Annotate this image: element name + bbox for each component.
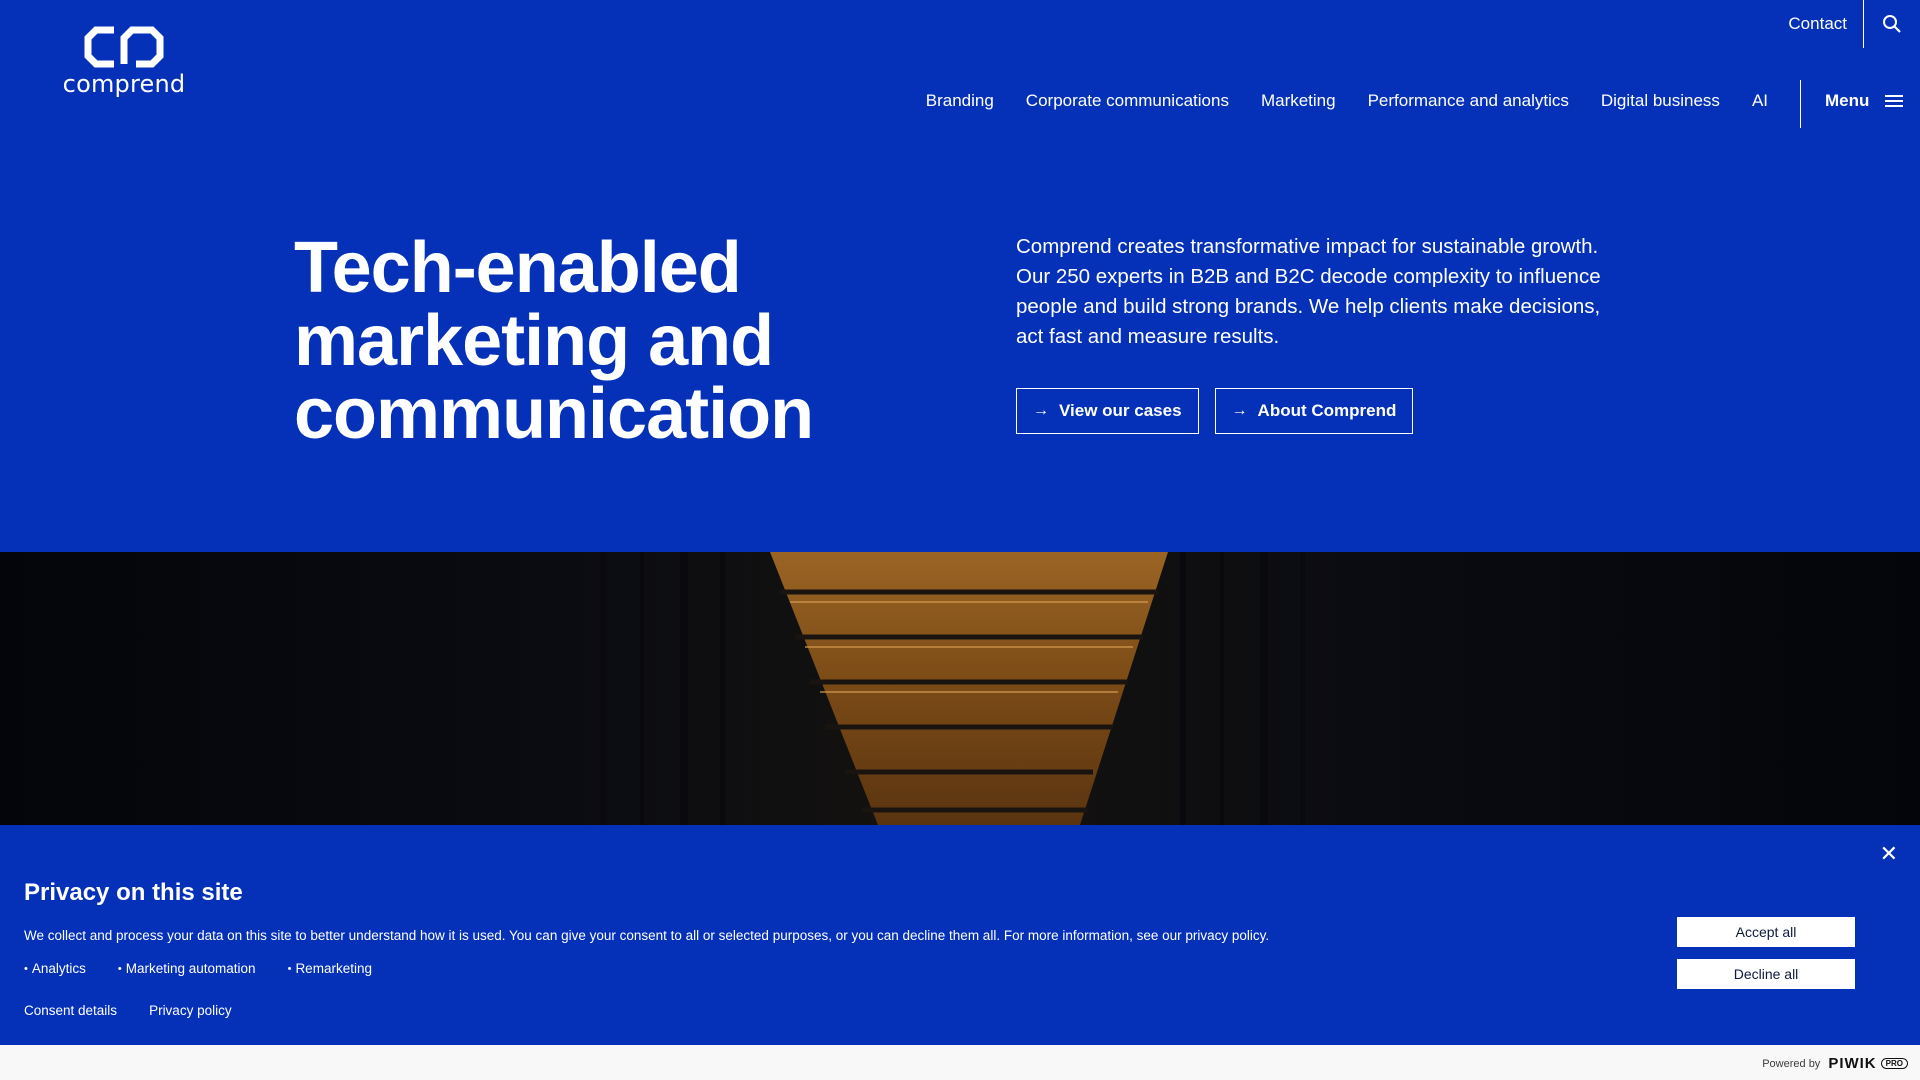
view-cases-button[interactable]: → View our cases: [1016, 388, 1199, 434]
hero-description: Comprend creates transformative impact f…: [1016, 235, 1601, 348]
hero-title-line: communication: [294, 374, 814, 454]
consent-title: Privacy on this site: [24, 879, 243, 906]
hero-title: Tech-enabled marketing and communication: [294, 232, 914, 451]
accept-all-button[interactable]: Accept all: [1677, 917, 1855, 947]
piwik-logo: PIWIK: [1828, 1055, 1877, 1072]
hero-image: [0, 552, 1920, 825]
nav-item-branding[interactable]: Branding: [926, 91, 994, 111]
nav-item-marketing[interactable]: Marketing: [1261, 91, 1336, 111]
consent-links: Consent details Privacy policy: [24, 1003, 264, 1018]
purpose-remarketing: Remarketing: [288, 961, 372, 976]
search-button[interactable]: [1863, 0, 1920, 48]
logo-wordmark: comprend: [62, 70, 186, 98]
consent-text: We collect and process your data on this…: [24, 928, 1270, 943]
main-nav: Branding Corporate communications Market…: [926, 80, 1920, 128]
purpose-marketing-automation: Marketing automation: [118, 961, 256, 976]
nav-item-digital-business[interactable]: Digital business: [1601, 91, 1720, 111]
arrow-right-icon: →: [1231, 402, 1248, 419]
powered-by-label: Powered by: [1762, 1057, 1821, 1070]
powered-by[interactable]: Powered by PIWIK PRO: [1762, 1055, 1908, 1072]
search-icon: [1883, 15, 1901, 33]
privacy-policy-link[interactable]: Privacy policy: [149, 1003, 232, 1018]
close-icon[interactable]: ✕: [1880, 843, 1898, 865]
arrow-right-icon: →: [1033, 402, 1049, 419]
view-cases-label: View our cases: [1059, 401, 1182, 420]
about-comprend-label: About Comprend: [1257, 401, 1397, 420]
hamburger-icon: [1885, 95, 1904, 107]
powered-by-bar: Powered by PIWIK PRO: [0, 1045, 1920, 1080]
nav-item-ai[interactable]: AI: [1752, 91, 1768, 111]
nav-item-performance-analytics[interactable]: Performance and analytics: [1368, 91, 1569, 111]
about-comprend-button[interactable]: → About Comprend: [1214, 388, 1414, 434]
menu-label: Menu: [1825, 91, 1870, 110]
comprend-logo-mark: [84, 26, 164, 68]
contact-link[interactable]: Contact: [1788, 0, 1863, 48]
purpose-analytics: Analytics: [24, 961, 86, 976]
utility-bar: Contact: [1788, 0, 1920, 48]
hero-title-line: marketing and: [294, 301, 774, 381]
hero-title-line: Tech-enabled: [294, 228, 742, 308]
menu-button[interactable]: Menu: [1800, 80, 1920, 128]
consent-banner: ✕ Privacy on this site We collect and pr…: [0, 825, 1920, 1045]
comprend-logo[interactable]: comprend: [62, 24, 186, 104]
pro-badge: PRO: [1880, 1058, 1908, 1069]
site-header: comprend Contact Branding Corporate comm…: [0, 0, 1920, 140]
consent-details-link[interactable]: Consent details: [24, 1003, 117, 1018]
decline-all-button[interactable]: Decline all: [1677, 959, 1855, 989]
consent-purposes: Analytics Marketing automation Remarketi…: [24, 961, 404, 976]
nav-item-corporate-communications[interactable]: Corporate communications: [1026, 91, 1229, 111]
hero-cta-group: → View our cases → About Comprend: [1016, 388, 1414, 434]
